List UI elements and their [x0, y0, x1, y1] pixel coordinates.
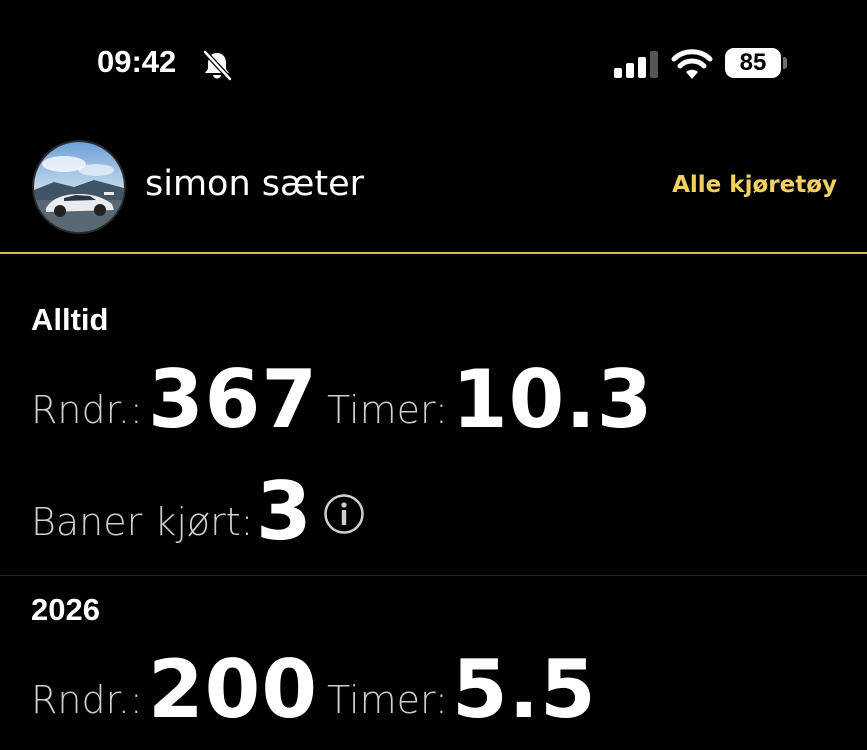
avatar[interactable] [32, 140, 126, 234]
all-vehicles-link[interactable]: Alle kjøretøy [672, 172, 837, 198]
user-name: simon sæter [145, 164, 365, 204]
tracks-value: 3 [256, 465, 313, 558]
header-divider [0, 252, 867, 254]
hours-value-year: 5.5 [452, 643, 597, 736]
cellular-signal-icon [614, 51, 658, 78]
laps-value: 367 [148, 353, 318, 446]
wifi-icon [671, 49, 713, 79]
hours-label-year: Timer: [327, 678, 448, 722]
status-time: 09:42 [97, 44, 177, 79]
laps-label-year: Rndr.: [31, 678, 143, 722]
laps-value-year: 200 [148, 643, 318, 736]
hours-label: Timer: [327, 388, 448, 432]
bell-muted-icon [203, 50, 232, 81]
laps-label: Rndr.: [31, 388, 143, 432]
battery-indicator: 85 [725, 48, 781, 78]
car-photo-avatar [34, 142, 124, 232]
info-icon[interactable] [323, 493, 365, 535]
battery-icon [783, 57, 787, 69]
section-title-all-time: Alltid [31, 302, 109, 337]
tracks-label: Baner kjørt: [31, 500, 254, 544]
section-divider [0, 575, 867, 576]
hours-value: 10.3 [452, 353, 654, 446]
section-title-year: 2026 [31, 592, 100, 627]
